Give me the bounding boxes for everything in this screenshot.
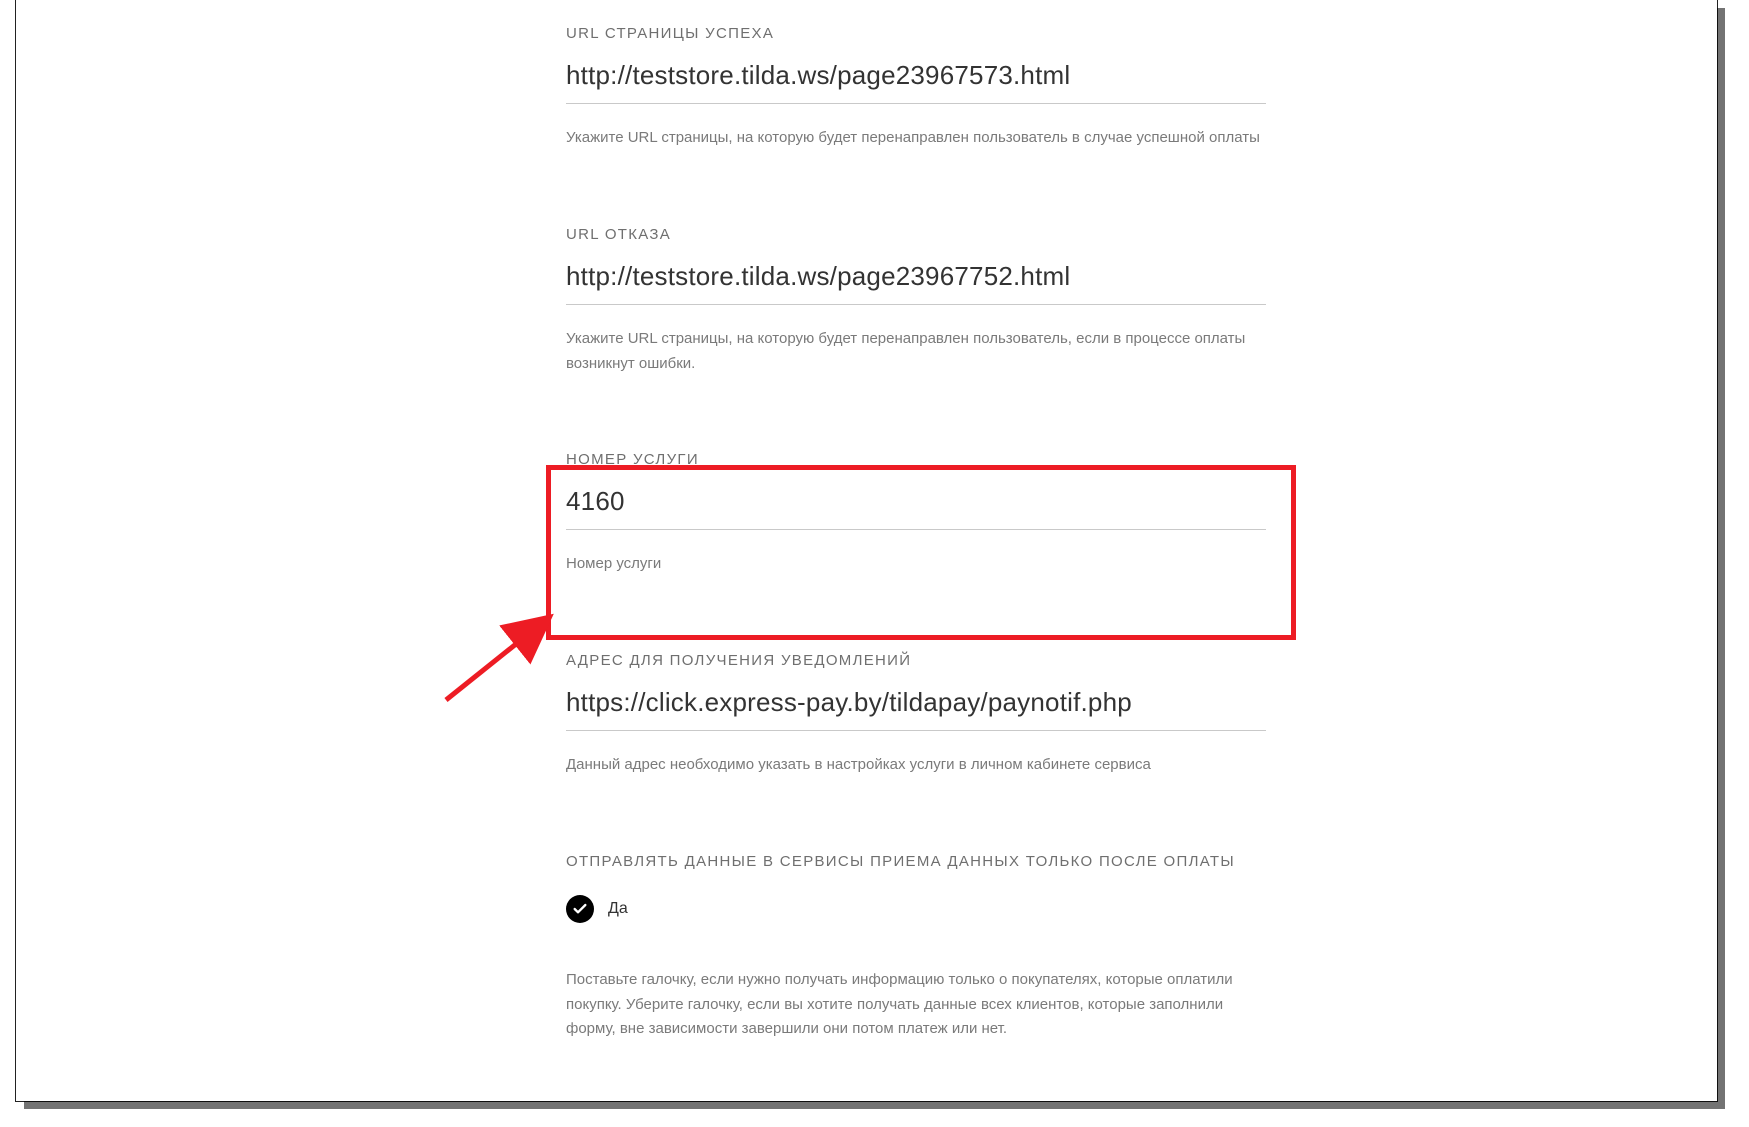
form-content: URL СТРАНИЦЫ УСПЕХА Укажите URL страницы… xyxy=(566,25,1286,1042)
notify-url-input[interactable] xyxy=(566,687,1266,731)
field-hint: Данный адрес необходимо указать в настро… xyxy=(566,753,1266,778)
field-label: URL ОТКАЗА xyxy=(566,226,1286,243)
field-service-number: НОМЕР УСЛУГИ Номер услуги xyxy=(566,451,1286,577)
reject-url-input[interactable] xyxy=(566,261,1266,305)
field-hint: Укажите URL страницы, на которую будет п… xyxy=(566,126,1266,151)
check-icon xyxy=(572,901,588,917)
field-label: АДРЕС ДЛЯ ПОЛУЧЕНИЯ УВЕДОМЛЕНИЙ xyxy=(566,652,1286,669)
field-hint: Укажите URL страницы, на которую будет п… xyxy=(566,327,1266,377)
checkbox-row: Да xyxy=(566,895,1286,923)
field-label: URL СТРАНИЦЫ УСПЕХА xyxy=(566,25,1286,42)
field-label: НОМЕР УСЛУГИ xyxy=(566,451,1286,468)
annotation-arrow-icon xyxy=(436,600,576,710)
checkbox-label: Да xyxy=(608,900,628,918)
field-notify-url: АДРЕС ДЛЯ ПОЛУЧЕНИЯ УВЕДОМЛЕНИЙ Данный а… xyxy=(566,652,1286,778)
settings-panel: URL СТРАНИЦЫ УСПЕХА Укажите URL страницы… xyxy=(16,0,1717,1101)
section-send-after-payment: ОТПРАВЛЯТЬ ДАННЫЕ В СЕРВИСЫ ПРИЕМА ДАННЫ… xyxy=(566,853,1286,1042)
field-hint: Номер услуги xyxy=(566,552,1266,577)
section-hint: Поставьте галочку, если нужно получать и… xyxy=(566,968,1266,1042)
field-reject-url: URL ОТКАЗА Укажите URL страницы, на кото… xyxy=(566,226,1286,377)
field-success-url: URL СТРАНИЦЫ УСПЕХА Укажите URL страницы… xyxy=(566,25,1286,151)
section-heading: ОТПРАВЛЯТЬ ДАННЫЕ В СЕРВИСЫ ПРИЕМА ДАННЫ… xyxy=(566,853,1286,870)
success-url-input[interactable] xyxy=(566,60,1266,104)
service-number-input[interactable] xyxy=(566,486,1266,530)
checkbox-yes[interactable] xyxy=(566,895,594,923)
